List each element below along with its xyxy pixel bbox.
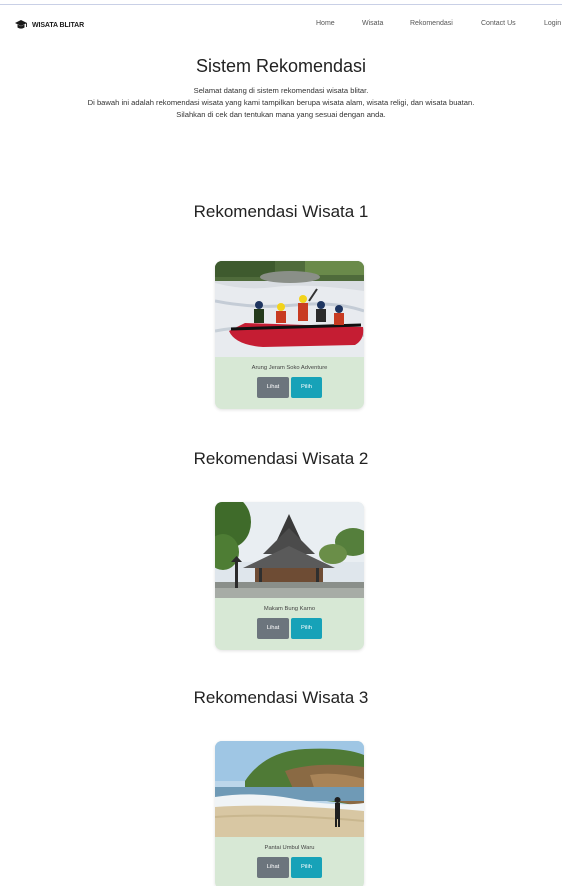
hero-line-3: Silahkan di cek dan tentukan mana yang s… (176, 110, 386, 119)
brand-link[interactable]: WISATA BLITAR (14, 18, 84, 32)
brand-name: WISATA BLITAR (32, 21, 85, 29)
pilih-button-3[interactable]: Pilih (291, 857, 322, 878)
hero-line-2: Di bawah ini adalah rekomendasi wisata y… (87, 98, 475, 107)
nav-rekomendasi[interactable]: Rekomendasi (410, 20, 453, 27)
recommendation-card-2: Makam Bung Karno Lihat Pilih (215, 502, 364, 650)
recommendation-caption-1: Arung Jeram Soko Adventure (251, 365, 328, 371)
nav-contact-us[interactable]: Contact Us (481, 20, 516, 27)
page-title: Sistem Rekomendasi (195, 56, 367, 76)
nav-login[interactable]: Login (544, 20, 561, 27)
pilih-button-1[interactable]: Pilih (291, 377, 322, 398)
mausoleum-photo (215, 502, 364, 598)
recommendation-heading-2: Rekomendasi Wisata 2 (193, 449, 369, 468)
recommendation-heading-1: Rekomendasi Wisata 1 (193, 202, 369, 221)
lihat-button-1[interactable]: Lihat (257, 377, 289, 398)
recommendation-caption-2: Makam Bung Karno (263, 606, 316, 612)
recommendation-heading-3: Rekomendasi Wisata 3 (193, 688, 369, 707)
hero-line-1: Selamat datang di sistem rekomendasi wis… (193, 86, 369, 95)
recommendation-card-3: Pantai Umbul Waru Lihat Pilih (215, 741, 364, 886)
recommendation-card-1: Arung Jeram Soko Adventure Lihat Pilih (215, 261, 364, 409)
lihat-button-3[interactable]: Lihat (257, 857, 289, 878)
lihat-button-2[interactable]: Lihat (257, 618, 289, 639)
top-border-line (0, 4, 562, 5)
pilih-button-2[interactable]: Pilih (291, 618, 322, 639)
graduation-cap-icon (14, 18, 28, 32)
nav-wisata[interactable]: Wisata (362, 20, 383, 27)
beach-photo (215, 741, 364, 837)
navbar: WISATA BLITAR Home Wisata Rekomendasi Co… (0, 9, 562, 39)
rafting-photo (215, 261, 364, 357)
page: WISATA BLITAR Home Wisata Rekomendasi Co… (0, 0, 562, 886)
nav-home[interactable]: Home (316, 20, 335, 27)
recommendation-caption-3: Pantai Umbul Waru (264, 845, 315, 851)
